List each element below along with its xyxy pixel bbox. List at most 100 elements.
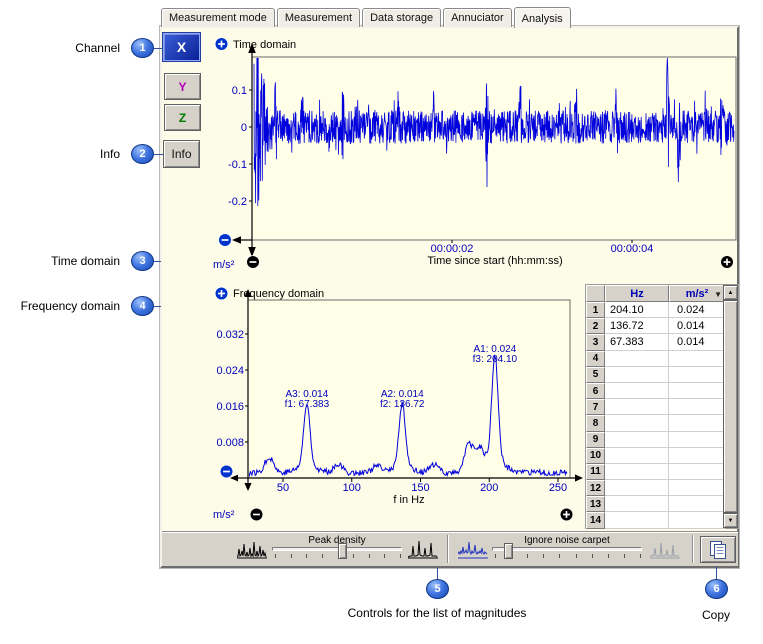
table-row[interactable]: 13	[586, 496, 738, 512]
freq-x-zoom-in-button[interactable]	[560, 508, 573, 521]
hz-value-cell[interactable]	[605, 448, 669, 464]
ignore-noise-slider[interactable]	[492, 547, 642, 551]
time-plot-area[interactable]	[252, 57, 736, 240]
ms2-value-cell[interactable]	[669, 351, 725, 367]
table-row[interactable]: 2136.720.014	[586, 318, 738, 334]
hz-value-cell[interactable]	[605, 351, 669, 367]
hz-value-cell[interactable]	[605, 496, 669, 512]
time-x-tick-label: 00:00:02	[431, 243, 474, 255]
freq-y-tick-label: 0.016	[216, 401, 244, 413]
ignore-noise-slider-thumb[interactable]	[504, 543, 513, 559]
time-y-zoom-out-button[interactable]	[219, 234, 232, 247]
scroll-down-button[interactable]: ▼	[723, 513, 738, 528]
table-row[interactable]: 4	[586, 351, 738, 367]
row-number-cell[interactable]: 8	[586, 415, 605, 431]
hz-value-cell[interactable]	[605, 399, 669, 415]
scroll-up-button[interactable]: ▲	[723, 285, 738, 300]
peak-density-slider[interactable]	[272, 547, 402, 551]
ms2-value-cell[interactable]	[669, 464, 725, 480]
channel-y-button[interactable]: Y	[164, 73, 201, 100]
peak-density-slider-thumb[interactable]	[338, 543, 347, 559]
time-x-zoom-out-button[interactable]	[247, 256, 260, 269]
table-row[interactable]: 12	[586, 480, 738, 496]
table-row[interactable]: 6	[586, 383, 738, 399]
table-row[interactable]: 5	[586, 367, 738, 383]
table-row[interactable]: 14	[586, 512, 738, 528]
hz-value-cell[interactable]: 136.72	[605, 318, 669, 334]
ms2-value-cell[interactable]	[669, 448, 725, 464]
slider-tick	[275, 554, 276, 558]
hz-value-cell[interactable]	[605, 464, 669, 480]
row-number-cell[interactable]: 12	[586, 480, 605, 496]
table-header-hz[interactable]: Hz	[605, 285, 669, 302]
table-row[interactable]: 10	[586, 448, 738, 464]
hz-value-cell[interactable]	[605, 480, 669, 496]
time-x-tick-label: 00:00:04	[611, 243, 654, 255]
scroll-thumb[interactable]	[723, 300, 738, 513]
row-number-cell[interactable]: 4	[586, 351, 605, 367]
tab-analysis[interactable]: Analysis	[514, 7, 571, 28]
ms2-value-cell[interactable]: 0.014	[669, 334, 725, 350]
channel-z-button[interactable]: Z	[164, 104, 201, 131]
tab-annuciator[interactable]: Annuciator	[443, 8, 512, 27]
hz-value-cell[interactable]	[605, 415, 669, 431]
callout-6: 6	[705, 579, 728, 599]
row-number-cell[interactable]: 11	[586, 464, 605, 480]
time-x-zoom-in-button[interactable]	[721, 256, 734, 269]
peak-density-low-icon	[237, 538, 267, 560]
info-button[interactable]: Info	[163, 140, 200, 168]
row-number-cell[interactable]: 1	[586, 302, 605, 318]
table-row[interactable]: 9	[586, 432, 738, 448]
row-number-cell[interactable]: 2	[586, 318, 605, 334]
hz-value-cell[interactable]	[605, 367, 669, 383]
freq-x-tick-label: 200	[480, 482, 498, 494]
ms2-value-cell[interactable]	[669, 383, 725, 399]
hz-value-cell[interactable]	[605, 432, 669, 448]
ms2-value-cell[interactable]	[669, 512, 725, 528]
ms2-value-cell[interactable]	[669, 480, 725, 496]
channel-x-button[interactable]: X	[163, 33, 200, 61]
hz-value-cell[interactable]	[605, 512, 669, 528]
freq-chart-add-button[interactable]	[215, 287, 228, 300]
slider-tick	[384, 554, 385, 558]
tab-measurement-mode[interactable]: Measurement mode	[161, 8, 275, 27]
ms2-value-cell[interactable]	[669, 415, 725, 431]
row-number-cell[interactable]: 10	[586, 448, 605, 464]
table-scrollbar[interactable]: ▲ ▼	[723, 285, 738, 528]
table-row[interactable]: 1204.100.024	[586, 302, 738, 318]
row-number-cell[interactable]: 7	[586, 399, 605, 415]
freq-x-tick-label: 50	[277, 482, 289, 494]
freq-x-zoom-out-button[interactable]	[250, 508, 263, 521]
freq-y-tick-label: 0.024	[216, 365, 244, 377]
ms2-value-cell[interactable]	[669, 367, 725, 383]
copy-button[interactable]	[700, 536, 736, 563]
strip-divider	[447, 535, 449, 563]
hz-value-cell[interactable]: 67.383	[605, 334, 669, 350]
sort-dropdown-icon[interactable]: ▼	[714, 290, 722, 299]
table-row[interactable]: 367.3830.014	[586, 334, 738, 350]
table-header-ms2[interactable]: m/s² ▼	[669, 285, 725, 302]
row-number-cell[interactable]: 5	[586, 367, 605, 383]
table-row[interactable]: 11	[586, 464, 738, 480]
ms2-value-cell[interactable]: 0.024	[669, 302, 725, 318]
tab-data-storage[interactable]: Data storage	[362, 8, 441, 27]
freq-y-zoom-out-button[interactable]	[220, 465, 233, 478]
slider-tick	[306, 554, 307, 558]
row-number-cell[interactable]: 9	[586, 432, 605, 448]
ms2-value-cell[interactable]: 0.014	[669, 318, 725, 334]
hz-value-cell[interactable]	[605, 383, 669, 399]
callout-line	[154, 261, 161, 262]
tab-measurement[interactable]: Measurement	[277, 8, 360, 27]
hz-value-cell[interactable]: 204.10	[605, 302, 669, 318]
ms2-value-cell[interactable]	[669, 432, 725, 448]
row-number-cell[interactable]: 6	[586, 383, 605, 399]
row-number-cell[interactable]: 3	[586, 334, 605, 350]
tab-bar: Measurement mode Measurement Data storag…	[161, 7, 573, 27]
table-row[interactable]: 8	[586, 415, 738, 431]
time-chart-add-button[interactable]	[215, 38, 228, 51]
ms2-value-cell[interactable]	[669, 399, 725, 415]
row-number-cell[interactable]: 14	[586, 512, 605, 528]
table-row[interactable]: 7	[586, 399, 738, 415]
ms2-value-cell[interactable]	[669, 496, 725, 512]
row-number-cell[interactable]: 13	[586, 496, 605, 512]
